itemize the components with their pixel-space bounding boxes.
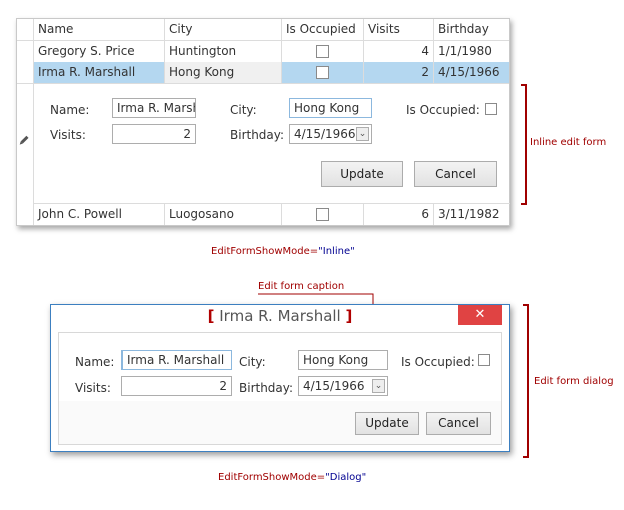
mode-value: "Dialog" bbox=[325, 472, 367, 483]
occupied-checkbox[interactable] bbox=[316, 45, 329, 58]
visits-input[interactable]: 2 bbox=[112, 124, 196, 144]
chevron-down-icon[interactable]: ⌄ bbox=[372, 379, 385, 393]
occupied-checkbox[interactable] bbox=[316, 208, 329, 221]
cell-city[interactable]: Huntington bbox=[164, 41, 281, 62]
update-button[interactable]: Update bbox=[321, 161, 403, 187]
close-icon: ✕ bbox=[474, 307, 486, 322]
cell-birthday[interactable]: 4/15/1966 bbox=[433, 62, 509, 83]
cell-visits[interactable]: 6 bbox=[363, 204, 433, 225]
dialog-caption: Irma R. Marshall bbox=[219, 307, 341, 325]
cell-name[interactable]: Irma R. Marshall bbox=[33, 62, 164, 83]
cell-visits[interactable]: 2 bbox=[363, 62, 433, 83]
visits-label: Visits: bbox=[50, 128, 86, 142]
grid-header: Name City Is Occupied Visits Birthday bbox=[17, 19, 509, 41]
name-label: Name: bbox=[50, 103, 90, 117]
data-grid: Name City Is Occupied Visits Birthday Gr… bbox=[16, 18, 510, 226]
mode-property: EditFormShowMode= bbox=[218, 472, 326, 483]
birthday-label: Birthday: bbox=[230, 128, 285, 142]
column-header-birthday[interactable]: Birthday bbox=[433, 19, 509, 40]
dialog-body: Name: Irma R. Marshall City: Hong Kong I… bbox=[58, 332, 502, 445]
column-header-visits[interactable]: Visits bbox=[363, 19, 433, 40]
birthday-label: Birthday: bbox=[239, 381, 294, 395]
update-button[interactable]: Update bbox=[355, 412, 419, 435]
city-input[interactable]: Hong Kong bbox=[298, 350, 388, 370]
column-header-name[interactable]: Name bbox=[33, 19, 164, 40]
cancel-button[interactable]: Cancel bbox=[414, 161, 497, 187]
column-header-city[interactable]: City bbox=[164, 19, 281, 40]
birthday-value: 4/15/1966 bbox=[303, 379, 365, 393]
pencil-icon bbox=[19, 135, 29, 145]
is-occupied-label: Is Occupied: bbox=[401, 355, 475, 369]
cell-name[interactable]: John C. Powell bbox=[33, 204, 164, 225]
chevron-down-icon[interactable]: ⌄ bbox=[356, 127, 369, 141]
inline-edit-form: Name: Irma R. Marsha City: Hong Kong Is … bbox=[33, 83, 510, 204]
birthday-value: 4/15/1966 bbox=[294, 127, 356, 141]
edit-row-indicator bbox=[17, 83, 33, 203]
city-input[interactable]: Hong Kong bbox=[289, 98, 372, 118]
row-indicator bbox=[17, 62, 33, 83]
edit-form-dialog-annotation: Edit form dialog bbox=[534, 376, 614, 387]
cancel-button[interactable]: Cancel bbox=[426, 412, 491, 435]
caption-bracket-left: [ bbox=[207, 307, 215, 325]
name-input[interactable]: Irma R. Marsha bbox=[112, 98, 196, 118]
inline-edit-form-annotation: Inline edit form bbox=[530, 137, 607, 148]
cell-birthday[interactable]: 3/11/1982 bbox=[433, 204, 509, 225]
dialog-bracket bbox=[523, 304, 529, 458]
name-label: Name: bbox=[75, 355, 115, 369]
edit-form-dialog: [ Irma R. Marshall ] ✕ Name: Irma R. Mar… bbox=[50, 304, 510, 452]
inline-form-bracket bbox=[521, 84, 527, 205]
row-indicator bbox=[17, 41, 33, 62]
caption-bracket-right: ] bbox=[345, 307, 353, 325]
is-occupied-checkbox[interactable] bbox=[485, 103, 497, 115]
table-row[interactable]: John C. Powell Luogosano 6 3/11/1982 bbox=[17, 204, 509, 225]
mode-value: "Inline" bbox=[318, 246, 355, 257]
visits-label: Visits: bbox=[75, 381, 111, 395]
table-row[interactable]: Gregory S. Price Huntington 4 1/1/1980 bbox=[17, 41, 509, 63]
dialog-fields: Name: Irma R. Marshall City: Hong Kong I… bbox=[59, 333, 501, 401]
cell-is-occupied[interactable] bbox=[281, 204, 363, 225]
dialog-mode-annotation: EditFormShowMode="Dialog" bbox=[218, 472, 366, 483]
header-indicator-cell bbox=[17, 19, 33, 40]
city-label: City: bbox=[230, 103, 257, 117]
cell-birthday[interactable]: 1/1/1980 bbox=[433, 41, 509, 62]
cell-visits[interactable]: 4 bbox=[363, 41, 433, 62]
column-header-is-occupied[interactable]: Is Occupied bbox=[281, 19, 363, 40]
cell-is-occupied[interactable] bbox=[281, 62, 363, 83]
edit-form-caption-annotation: Edit form caption bbox=[258, 281, 345, 292]
cell-name[interactable]: Gregory S. Price bbox=[33, 41, 164, 62]
birthday-date-picker[interactable]: 4/15/1966 ⌄ bbox=[298, 376, 388, 396]
dialog-title: [ Irma R. Marshall ] bbox=[51, 307, 509, 325]
visits-input[interactable]: 2 bbox=[121, 376, 232, 396]
cell-is-occupied[interactable] bbox=[281, 41, 363, 62]
inline-mode-annotation: EditFormShowMode="Inline" bbox=[211, 246, 355, 257]
is-occupied-label: Is Occupied: bbox=[406, 103, 480, 117]
mode-property: EditFormShowMode= bbox=[211, 246, 319, 257]
birthday-date-picker[interactable]: 4/15/1966 ⌄ bbox=[289, 124, 372, 144]
cell-city[interactable]: Luogosano bbox=[164, 204, 281, 225]
name-input[interactable]: Irma R. Marshall bbox=[121, 350, 232, 370]
table-row-selected[interactable]: Irma R. Marshall Hong Kong 2 4/15/1966 bbox=[17, 62, 509, 84]
is-occupied-checkbox[interactable] bbox=[478, 354, 490, 366]
occupied-checkbox[interactable] bbox=[316, 66, 329, 79]
city-label: City: bbox=[239, 355, 266, 369]
row-indicator bbox=[17, 204, 33, 225]
cell-city[interactable]: Hong Kong bbox=[164, 62, 281, 83]
close-button[interactable]: ✕ bbox=[458, 305, 502, 325]
